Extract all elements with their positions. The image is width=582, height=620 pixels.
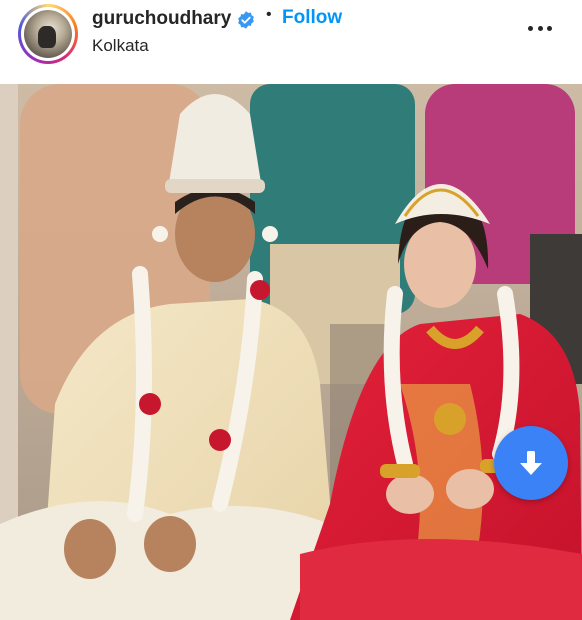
download-button[interactable] bbox=[494, 426, 568, 500]
separator-dot: • bbox=[266, 6, 272, 23]
verified-badge-icon bbox=[238, 11, 254, 29]
wedding-photo-illustration bbox=[0, 84, 582, 620]
post-header: guruchoudhary • Follow Kolkata bbox=[0, 0, 582, 84]
username[interactable]: guruchoudhary bbox=[92, 8, 231, 30]
post-photo[interactable] bbox=[0, 84, 582, 620]
story-ring[interactable] bbox=[18, 4, 78, 64]
more-options-icon[interactable] bbox=[528, 16, 552, 40]
download-arrow-icon bbox=[520, 451, 542, 475]
avatar[interactable] bbox=[24, 10, 72, 58]
location-link[interactable]: Kolkata bbox=[92, 36, 149, 56]
follow-button[interactable]: Follow bbox=[282, 7, 342, 29]
